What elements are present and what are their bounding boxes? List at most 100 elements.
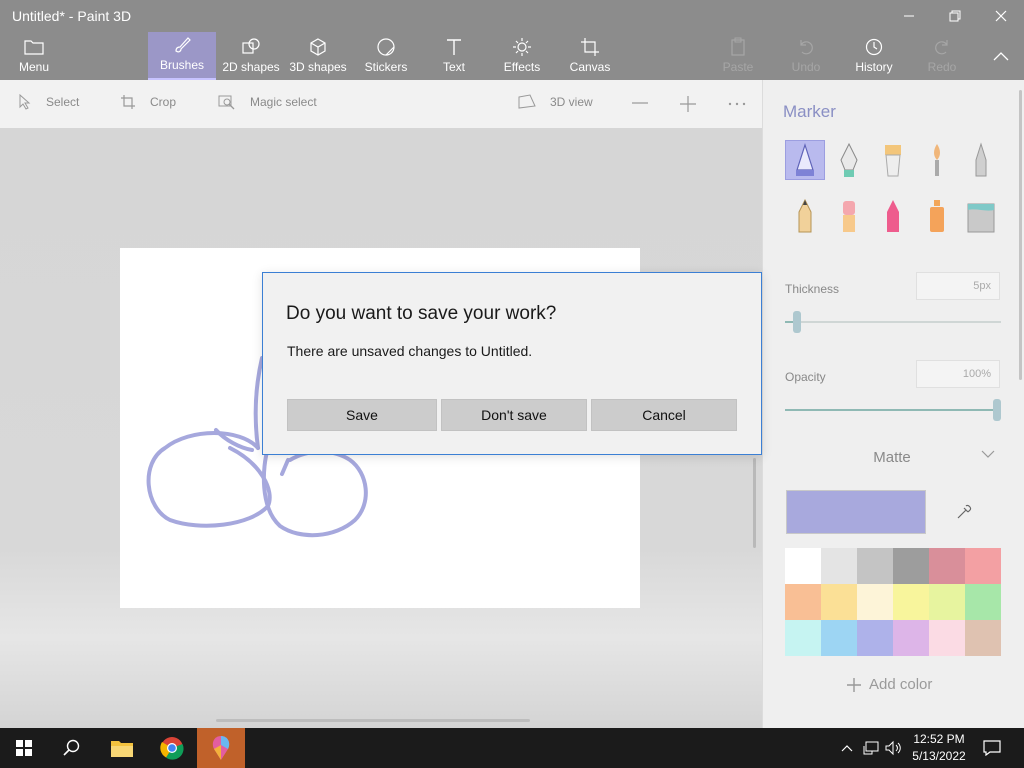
oil-brush[interactable] (873, 140, 913, 180)
finish-value: Matte (873, 448, 911, 466)
canvas-vertical-scrollbar[interactable] (753, 458, 756, 548)
opacity-slider[interactable] (785, 409, 1001, 411)
oil-brush-icon (885, 145, 901, 177)
color-swatch[interactable] (821, 620, 857, 656)
color-swatch[interactable] (893, 620, 929, 656)
close-icon (995, 10, 1007, 22)
redo-icon (931, 36, 953, 58)
color-swatch[interactable] (929, 584, 965, 620)
file-explorer-icon (111, 741, 133, 757)
show-hidden-icons-button[interactable] (838, 728, 856, 768)
thickness-slider-thumb[interactable] (793, 311, 801, 333)
color-swatch[interactable] (785, 620, 821, 656)
color-swatch[interactable] (965, 620, 1001, 656)
zoom-in-button[interactable] (680, 96, 696, 112)
tab-canvas[interactable]: Canvas (562, 32, 618, 80)
marker-brush[interactable] (785, 140, 825, 180)
more-options-button[interactable] (728, 102, 746, 106)
select-label: Select (46, 95, 80, 109)
select-tool[interactable]: Select (18, 94, 79, 110)
close-button[interactable] (978, 0, 1024, 32)
volume-icon (885, 740, 901, 756)
tab-text[interactable]: Text (428, 32, 480, 80)
tab-2d-shapes[interactable]: 2D shapes (218, 32, 284, 80)
windows-logo-icon (16, 740, 32, 756)
color-swatch[interactable] (965, 584, 1001, 620)
history-button[interactable]: History (848, 32, 900, 80)
canvas-horizontal-scrollbar[interactable] (216, 719, 530, 722)
clock[interactable]: 12:52 PM 5/13/2022 (906, 731, 972, 765)
pixel-pen-brush[interactable] (961, 140, 1001, 180)
tab-stickers[interactable]: Stickers (356, 32, 416, 80)
tab-effects[interactable]: Effects (494, 32, 550, 80)
cancel-button[interactable]: Cancel (591, 399, 737, 431)
fill-bucket-brush[interactable] (961, 196, 1001, 236)
color-swatch[interactable] (857, 620, 893, 656)
color-swatch[interactable] (929, 548, 965, 584)
tab-label: Effects (503, 60, 541, 74)
tab-label: 3D shapes (289, 60, 347, 74)
color-swatch[interactable] (857, 584, 893, 620)
color-swatch[interactable] (821, 548, 857, 584)
window-title: Untitled* - Paint 3D (12, 8, 132, 24)
undo-button[interactable]: Undo (784, 32, 828, 80)
opacity-input[interactable]: 100% (916, 360, 1000, 388)
finish-dropdown[interactable]: Matte (783, 440, 1001, 474)
crayon-icon (887, 200, 899, 232)
minimize-button[interactable] (886, 0, 932, 32)
paint-3d-button[interactable] (197, 728, 245, 768)
chevron-up-icon (841, 745, 853, 752)
panel-scrollbar[interactable] (1019, 90, 1022, 380)
color-palette (785, 548, 1001, 656)
start-button[interactable] (0, 728, 48, 768)
magic-select-tool[interactable]: Magic select (218, 94, 317, 110)
pencil-brush[interactable] (785, 196, 825, 236)
redo-button[interactable]: Redo (920, 32, 964, 80)
tab-3d-shapes[interactable]: 3D shapes (286, 32, 350, 80)
color-swatch[interactable] (893, 548, 929, 584)
crayon-brush[interactable] (873, 196, 913, 236)
menu-button[interactable]: Menu (8, 32, 60, 80)
color-swatch[interactable] (785, 548, 821, 584)
zoom-out-button[interactable] (632, 102, 648, 106)
opacity-slider-thumb[interactable] (993, 399, 1001, 421)
calligraphy-pen-brush[interactable] (829, 140, 869, 180)
restore-button[interactable] (932, 0, 978, 32)
ellipsis-icon (728, 102, 746, 106)
network-button[interactable] (860, 728, 882, 768)
color-swatch[interactable] (965, 548, 1001, 584)
current-color-swatch[interactable] (786, 490, 926, 534)
save-button[interactable]: Save (287, 399, 437, 431)
tab-label: 2D shapes (222, 60, 280, 74)
color-swatch[interactable] (893, 584, 929, 620)
3d-view-button[interactable]: 3D view (518, 94, 593, 110)
eraser-brush[interactable] (829, 196, 869, 236)
volume-button[interactable] (884, 728, 904, 768)
add-color-button[interactable]: Add color (847, 676, 932, 693)
plus-icon (680, 96, 696, 112)
dont-save-button[interactable]: Don't save (441, 399, 587, 431)
search-icon (63, 739, 80, 756)
menu-label: Menu (18, 60, 50, 74)
search-button[interactable] (48, 728, 96, 768)
color-swatch[interactable] (857, 548, 893, 584)
spray-can-brush[interactable] (917, 196, 957, 236)
thickness-input[interactable]: 5px (916, 272, 1000, 300)
color-swatch[interactable] (929, 620, 965, 656)
crop-tool[interactable]: Crop (120, 94, 176, 110)
magic-select-icon (218, 95, 235, 110)
action-center-button[interactable] (980, 728, 1004, 768)
file-explorer-button[interactable] (98, 728, 146, 768)
marker-icon (796, 143, 814, 176)
chrome-button[interactable] (148, 728, 196, 768)
paste-button[interactable]: Paste (716, 32, 760, 80)
paste-label: Paste (722, 60, 754, 74)
color-swatch[interactable] (785, 584, 821, 620)
thickness-slider[interactable] (785, 321, 1001, 323)
watercolor-brush[interactable] (917, 140, 957, 180)
2d-shapes-icon (240, 36, 262, 58)
collapse-ribbon-button[interactable] (986, 32, 1016, 80)
eyedropper-button[interactable] (931, 490, 997, 534)
tab-brushes[interactable]: Brushes (148, 32, 216, 80)
color-swatch[interactable] (821, 584, 857, 620)
